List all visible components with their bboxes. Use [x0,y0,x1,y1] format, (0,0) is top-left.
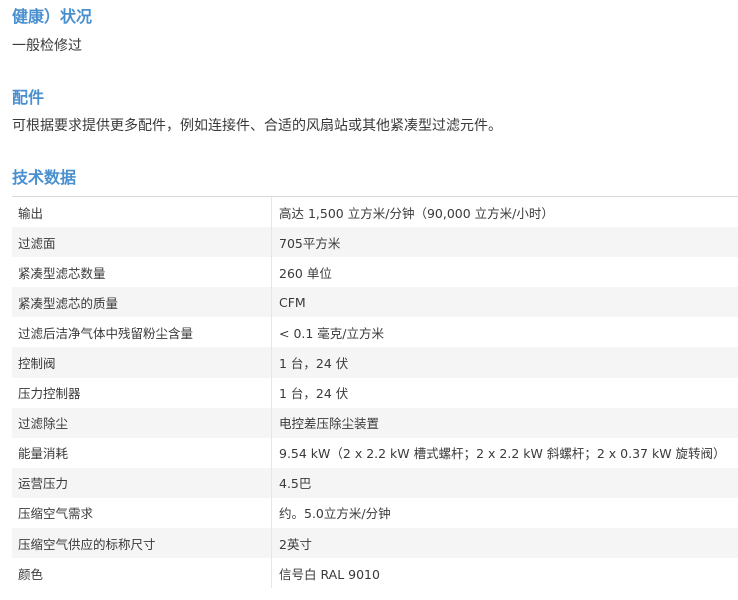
spec-value: < 0.1 毫克/立方米 [279,325,385,341]
accessories-heading: 配件 [12,88,45,107]
spec-value: 260 单位 [279,265,332,281]
table-row: 紧凑型滤芯的质量 CFM [12,287,738,318]
condition-text: 一般检修过 [12,38,82,54]
spec-label: 紧凑型滤芯数量 [12,257,272,288]
table-row: 紧凑型滤芯数量 260 单位 [12,257,738,288]
spec-value: CFM [279,294,306,310]
spec-value: 信号白 RAL 9010 [279,566,380,582]
spec-label: 紧凑型滤芯的质量 [12,287,272,318]
spec-label: 过滤除尘 [12,407,272,438]
spec-value: 1 台，24 伏 [279,386,349,402]
spec-label: 能量消耗 [12,437,272,468]
spec-value: 2英寸 [279,536,312,552]
accessories-text: 可根据要求提供更多配件，例如连接件、合适的风扇站或其他紧凑型过滤元件。 [12,118,502,134]
spec-label: 过滤面 [12,227,272,258]
table-row: 过滤面 705平方米 [12,227,738,258]
spec-label: 压力控制器 [12,377,272,408]
spec-label: 压缩空气供应的标称尺寸 [12,528,272,559]
spec-label: 压缩空气需求 [12,497,272,529]
table-row: 输出 高达 1,500 立方米/分钟（90,000 立方米/小时） [12,197,738,228]
table-row: 运营压力 4.5巴 [12,467,738,498]
spec-value: 高达 1,500 立方米/分钟（90,000 立方米/小时） [279,205,554,221]
table-row: 控制阀 1 台，24 伏 [12,347,738,378]
spec-value: 约。5.0立方米/分钟 [279,506,391,522]
table-row: 过滤后洁净气体中残留粉尘含量 < 0.1 毫克/立方米 [12,317,738,348]
table-row: 颜色 信号白 RAL 9010 [12,558,738,589]
spec-label: 控制阀 [12,347,272,378]
spec-value: 9.54 kW（2 x 2.2 kW 槽式螺杆；2 x 2.2 kW 斜螺杆；2… [279,446,726,462]
table-row: 压缩空气供应的标称尺寸 2英寸 [12,528,738,559]
spec-label: 颜色 [12,558,272,589]
spec-value: 1 台，24 伏 [279,356,349,372]
spec-value: 705平方米 [279,235,341,251]
spec-value: 4.5巴 [279,476,312,492]
table-row: 压缩空气需求 约。5.0立方米/分钟 [12,497,738,529]
technical-data-table: 输出 高达 1,500 立方米/分钟（90,000 立方米/小时） 过滤面 70… [12,196,738,589]
spec-value: 电控差压除尘装置 [279,416,380,432]
technical-data-heading: 技术数据 [12,168,77,187]
condition-heading: 健康）状况 [12,7,93,26]
spec-label: 输出 [12,197,272,228]
table-row: 能量消耗 9.54 kW（2 x 2.2 kW 槽式螺杆；2 x 2.2 kW … [12,437,738,468]
table-row: 过滤除尘 电控差压除尘装置 [12,407,738,438]
spec-label: 运营压力 [12,467,272,498]
table-row: 压力控制器 1 台，24 伏 [12,377,738,408]
spec-label: 过滤后洁净气体中残留粉尘含量 [12,317,272,348]
